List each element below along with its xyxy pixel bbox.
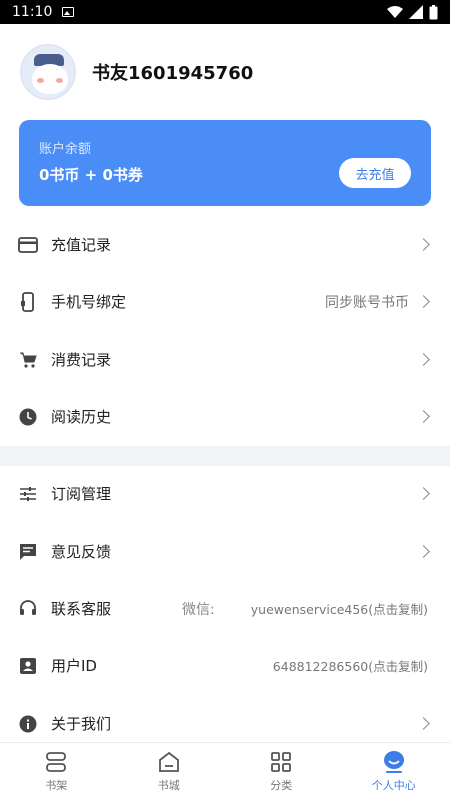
- menu-item-reading-history[interactable]: 阅读历史: [0, 388, 450, 445]
- user-id-copy-link[interactable]: 648812286560(点击复制): [273, 656, 428, 675]
- recharge-button[interactable]: 去充值: [339, 158, 411, 188]
- menu-item-feedback[interactable]: 意见反馈: [0, 523, 450, 580]
- credit-card-icon: [18, 235, 38, 255]
- menu-label: 用户ID: [51, 657, 97, 675]
- section-divider: [0, 446, 450, 466]
- chevron-right-icon: [417, 487, 430, 500]
- profile-header: 书友1601945760: [0, 24, 450, 120]
- profile-icon: [382, 750, 406, 774]
- menu-item-consumption-records[interactable]: 消费记录: [0, 331, 450, 388]
- wechat-label: 微信:: [182, 601, 215, 618]
- nav-tab-profile[interactable]: 个人中心: [338, 743, 450, 800]
- status-icons: [387, 4, 438, 20]
- wechat-copy-link[interactable]: yuewenservice456(点击复制): [251, 599, 428, 618]
- bookstore-icon: [157, 750, 181, 774]
- nav-label: 书架: [45, 779, 68, 792]
- menu-label: 意见反馈: [51, 543, 112, 561]
- bottom-nav: 书架 书城 分类 个人中心: [0, 742, 450, 800]
- status-bar: 11:10: [0, 0, 450, 24]
- category-icon: [269, 750, 293, 774]
- menu-label: 订阅管理: [51, 485, 112, 503]
- signal-icon: [409, 5, 423, 19]
- menu-label: 阅读历史: [51, 408, 112, 426]
- balance-label: 账户余额: [39, 142, 92, 157]
- menu-label: 手机号绑定: [51, 293, 127, 311]
- menu-item-user-id[interactable]: 用户ID 648812286560(点击复制): [0, 637, 450, 694]
- balance-card: 账户余额 0书币 + 0书券 去充值: [19, 120, 431, 206]
- menu-item-subscription[interactable]: 订阅管理: [0, 465, 450, 522]
- menu-item-recharge-records[interactable]: 充值记录: [0, 216, 450, 273]
- chevron-right-icon: [417, 717, 430, 730]
- chevron-right-icon: [417, 410, 430, 423]
- nav-label: 书城: [157, 779, 180, 792]
- menu-item-customer-service[interactable]: 联系客服 微信: yuewenservice456(点击复制): [0, 580, 450, 637]
- avatar[interactable]: [20, 44, 76, 100]
- battery-icon: [429, 4, 438, 19]
- chevron-right-icon: [417, 545, 430, 558]
- menu-label: 消费记录: [51, 351, 112, 369]
- nav-label: 分类: [270, 779, 293, 792]
- nav-tab-category[interactable]: 分类: [225, 743, 338, 800]
- wifi-icon: [387, 6, 403, 18]
- gallery-notification-icon: [62, 7, 75, 17]
- user-card-icon: [18, 656, 38, 676]
- phone-binding-hint: 同步账号书币: [325, 294, 409, 311]
- chevron-right-icon: [417, 295, 430, 308]
- chevron-right-icon: [417, 238, 430, 251]
- feedback-icon: [18, 542, 38, 562]
- cart-icon: [18, 350, 38, 370]
- balance-amount: 0书币 + 0书券: [39, 166, 143, 184]
- phone-icon: [18, 291, 38, 312]
- clock-icon: [18, 407, 38, 427]
- nav-tab-bookshelf[interactable]: 书架: [0, 743, 113, 800]
- menu-label: 关于我们: [51, 715, 112, 733]
- sliders-icon: [18, 484, 38, 504]
- status-time: 11:10: [12, 4, 53, 20]
- info-icon: [18, 714, 38, 734]
- nav-tab-bookstore[interactable]: 书城: [113, 743, 226, 800]
- username: 书友1601945760: [92, 63, 254, 84]
- menu-item-phone-binding[interactable]: 手机号绑定 同步账号书币: [0, 273, 450, 330]
- menu-label: 联系客服: [51, 600, 112, 618]
- chevron-right-icon: [417, 353, 430, 366]
- menu-label: 充值记录: [51, 236, 112, 254]
- headset-icon: [18, 599, 38, 619]
- nav-label: 个人中心: [371, 779, 416, 792]
- bookshelf-icon: [44, 750, 68, 774]
